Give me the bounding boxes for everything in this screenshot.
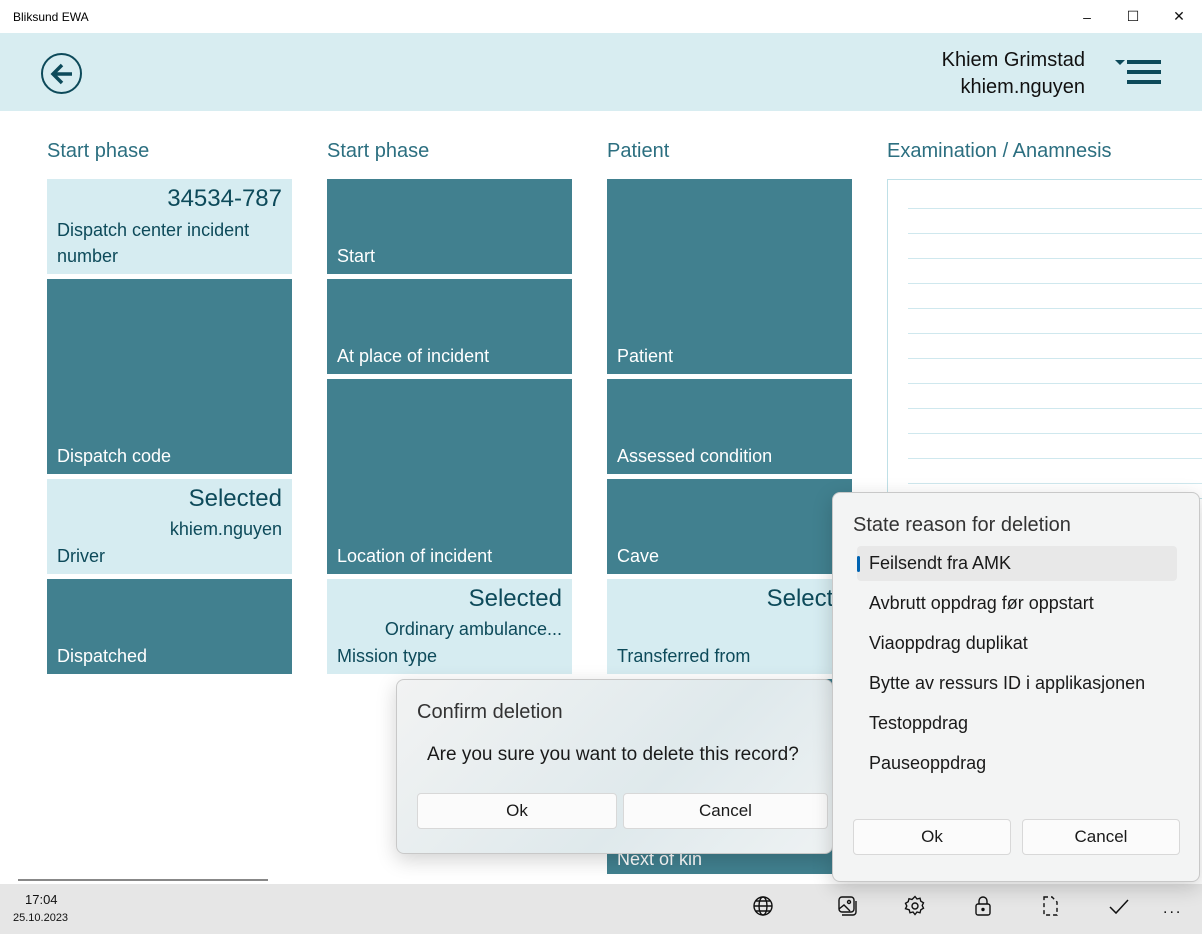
tile-label: Dispatch code: [57, 446, 172, 466]
tile-label: Transferred from: [617, 646, 751, 666]
close-button[interactable]: ✕: [1156, 0, 1202, 33]
tile-start[interactable]: Start: [327, 179, 572, 274]
tile-dispatched[interactable]: Dispatched: [47, 579, 292, 674]
tile-label: Patient: [617, 346, 674, 366]
gear-icon[interactable]: [903, 894, 927, 918]
tile-label: Cave: [617, 546, 660, 566]
arrow-left-icon: [50, 63, 72, 84]
tile-mission-type[interactable]: Selected Ordinary ambulance... Mission t…: [327, 579, 572, 674]
ok-button[interactable]: Ok: [853, 819, 1011, 855]
user-info: Khiem Grimstad khiem.nguyen: [942, 47, 1085, 101]
status-bar: 17:04 25.10.2023 ...: [0, 884, 1202, 934]
confirm-deletion-dialog: Confirm deletion Are you sure you want t…: [396, 679, 833, 854]
app-header: Khiem Grimstad khiem.nguyen: [0, 33, 1202, 111]
column-title: Patient: [607, 140, 670, 162]
tile-value: 34534-787: [167, 185, 282, 212]
tile-value: Selected: [188, 485, 282, 512]
examination-textarea[interactable]: [887, 179, 1202, 499]
tile-label: Mission type: [337, 646, 438, 666]
dialog-title: Confirm deletion: [417, 701, 563, 723]
reason-option[interactable]: Feilsendt fra AMK: [857, 546, 1177, 581]
title-bar: Bliksund EWA – ☐ ✕: [0, 0, 1202, 33]
clock-date: 25.10.2023: [13, 912, 69, 924]
ok-button[interactable]: Ok: [417, 793, 617, 829]
deletion-reason-dialog: State reason for deletion Feilsendt fra …: [832, 492, 1200, 882]
horizontal-scrollbar[interactable]: [18, 879, 268, 881]
tile-subvalue: khiem.nguyen: [169, 519, 282, 539]
hamburger-menu-icon[interactable]: [1115, 58, 1161, 88]
reason-option[interactable]: Bytte av ressurs ID i applikasjonen: [857, 666, 1177, 701]
minimize-button[interactable]: –: [1064, 0, 1110, 33]
column-title: Examination / Anamnesis: [887, 140, 1112, 162]
window-title: Bliksund EWA: [13, 10, 89, 24]
clock-time: 17:04: [25, 892, 58, 907]
tile-label: Assessed condition: [617, 446, 773, 466]
tile-label: At place of incident: [337, 346, 490, 366]
tile-label: Location of incident: [337, 546, 493, 566]
reason-option[interactable]: Testoppdrag: [857, 706, 1177, 741]
tile-label: Dispatched: [57, 646, 148, 666]
column-title: Start phase: [327, 140, 430, 162]
cancel-button[interactable]: Cancel: [1022, 819, 1180, 855]
tile-incident-number[interactable]: 34534-787 Dispatch center incident numbe…: [47, 179, 292, 274]
lock-icon[interactable]: [971, 894, 995, 918]
document-icon[interactable]: [1038, 894, 1062, 918]
reason-option[interactable]: Pauseoppdrag: [857, 746, 1177, 781]
tile-patient[interactable]: Patient: [607, 179, 852, 374]
dialog-title: State reason for deletion: [853, 514, 1071, 536]
tile-label: Dispatch center incident number: [57, 220, 250, 266]
check-icon[interactable]: [1107, 894, 1131, 918]
image-icon[interactable]: [835, 894, 859, 918]
user-name: Khiem Grimstad: [941, 49, 1085, 71]
tile-transferred-from[interactable]: Selected N Transferred from: [607, 579, 860, 674]
username: khiem.nguyen: [960, 76, 1085, 98]
tile-subvalue: Ordinary ambulance...: [384, 619, 562, 639]
column-title: Start phase: [47, 140, 150, 162]
tile-location[interactable]: Location of incident: [327, 379, 572, 574]
back-button[interactable]: [41, 53, 82, 94]
maximize-button[interactable]: ☐: [1110, 0, 1156, 33]
globe-icon[interactable]: [751, 894, 775, 918]
tile-cave[interactable]: Cave: [607, 479, 852, 574]
tile-dispatch-code[interactable]: Dispatch code: [47, 279, 292, 474]
tile-at-place[interactable]: At place of incident: [327, 279, 572, 374]
tile-label: Driver: [57, 546, 105, 566]
more-icon[interactable]: ...: [1163, 900, 1182, 918]
reason-option[interactable]: Viaoppdrag duplikat: [857, 626, 1177, 661]
tile-value: Selected: [468, 585, 562, 612]
tile-assessed-condition[interactable]: Assessed condition: [607, 379, 852, 474]
tile-label: Start: [337, 246, 376, 266]
reason-option[interactable]: Avbrutt oppdrag før oppstart: [857, 586, 1177, 621]
tile-driver[interactable]: Selected khiem.nguyen Driver: [47, 479, 292, 574]
dialog-message: Are you sure you want to delete this rec…: [427, 744, 799, 765]
cancel-button[interactable]: Cancel: [623, 793, 828, 829]
